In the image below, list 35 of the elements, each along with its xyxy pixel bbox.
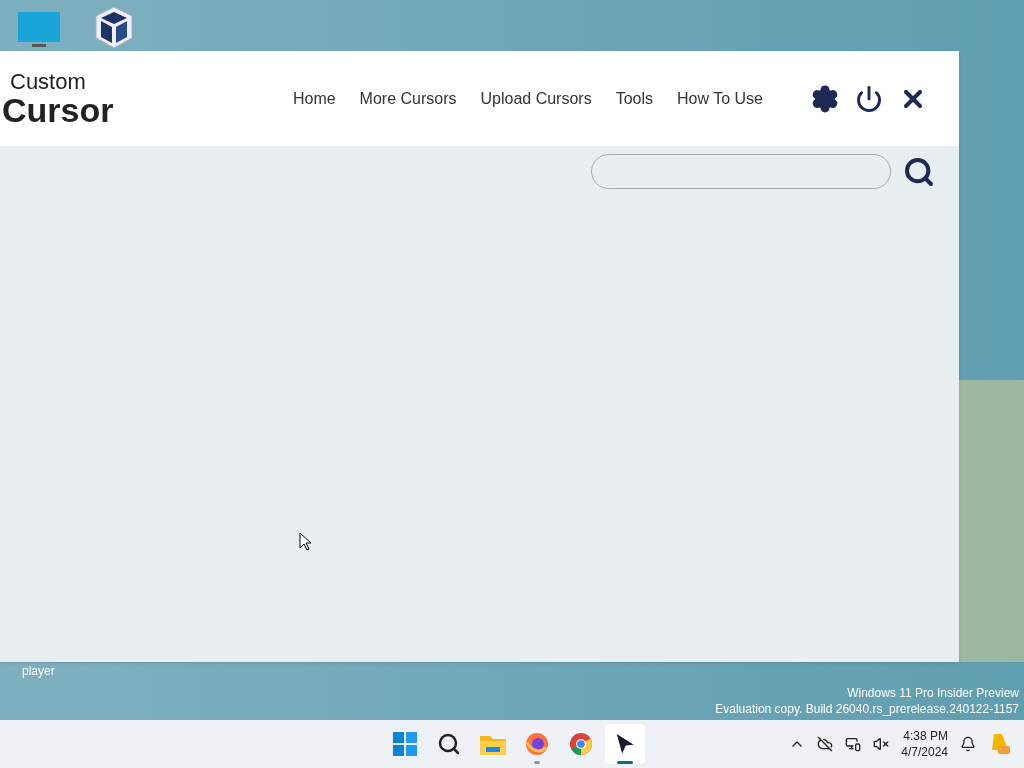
logo-text: Custom <box>9 70 86 93</box>
logo-text: Cursor <box>2 92 114 127</box>
network-icon <box>845 736 862 752</box>
arrow-pointer-icon <box>613 732 636 756</box>
windows-logo-icon <box>392 732 417 756</box>
taskbar-button[interactable] <box>604 724 645 764</box>
monitor-icon <box>18 12 60 50</box>
running-indicator <box>533 761 540 764</box>
nav-link[interactable]: How To Use <box>677 86 763 111</box>
nav-link[interactable]: More Cursors <box>359 86 457 111</box>
bell-icon <box>960 736 976 752</box>
power-button[interactable] <box>855 84 883 113</box>
search-icon <box>436 732 461 756</box>
running-indicator <box>616 761 633 764</box>
search-field[interactable] <box>591 154 891 189</box>
desktop-icon-label: player <box>22 663 55 680</box>
clock-date: 4/7/2024 <box>901 744 948 760</box>
muted-speaker-icon <box>873 736 890 752</box>
nav-link[interactable]: Home <box>292 86 336 111</box>
search-icon <box>903 155 935 188</box>
clock-time: 4:38 PM <box>903 728 948 744</box>
firefox-icon <box>524 732 549 756</box>
nav-link[interactable]: Upload Cursors <box>480 86 592 111</box>
watermark-text: Evaluation copy. Build 26040.rs_prerelease.240122-1157 <box>715 701 1019 717</box>
mouse-pointer-icon <box>299 532 311 551</box>
cloud-off-icon <box>817 736 834 752</box>
cube-icon <box>94 6 134 51</box>
chrome-icon <box>568 732 593 756</box>
watermark-text: Windows 11 Pro Insider Preview <box>847 685 1019 701</box>
settings-button[interactable] <box>811 84 839 113</box>
folder-icon <box>479 733 506 755</box>
power-icon <box>855 84 883 113</box>
nav-link[interactable]: Tools <box>615 86 654 111</box>
settings-icon <box>811 84 839 113</box>
search-button[interactable] <box>903 155 935 188</box>
